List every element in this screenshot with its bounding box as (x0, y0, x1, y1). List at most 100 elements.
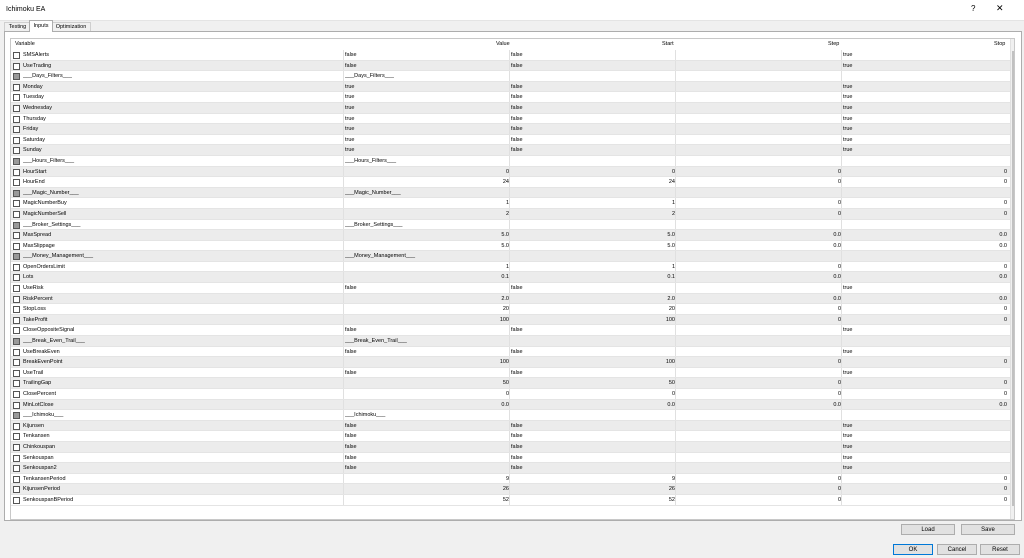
header-start[interactable]: Start (662, 41, 674, 47)
table-row[interactable]: ClosePercent 0 0 0 0 (11, 389, 1012, 400)
step-cell[interactable]: 0 (677, 209, 841, 219)
optimize-checkbox[interactable] (13, 327, 20, 335)
header-value[interactable]: Value (496, 41, 510, 47)
table-row[interactable]: UseTrading false false true (11, 60, 1012, 72)
start-cell[interactable]: 5.0 (511, 230, 675, 240)
value-cell[interactable]: true (345, 124, 509, 134)
start-cell[interactable]: 9 (511, 474, 675, 484)
optimize-checkbox[interactable] (13, 94, 20, 102)
optimize-checkbox[interactable] (13, 263, 20, 271)
table-row[interactable]: Senkouspan false false true (11, 452, 1012, 464)
table-row[interactable]: BreakEvenPoint 100 100 0 0 (11, 357, 1012, 368)
start-cell[interactable]: false (511, 283, 675, 293)
step-cell[interactable]: 0 (677, 389, 841, 399)
stop-cell[interactable]: true (843, 124, 1007, 134)
start-cell[interactable]: false (511, 453, 675, 463)
stop-cell[interactable] (843, 410, 1007, 420)
stop-cell[interactable]: true (843, 347, 1007, 357)
table-row[interactable]: ___Break_Even_Trail___ ___Break_Even_Trai… (11, 336, 1012, 347)
stop-cell[interactable]: true (843, 463, 1007, 473)
value-cell[interactable]: false (345, 453, 509, 463)
step-cell[interactable] (677, 283, 841, 293)
start-cell[interactable]: false (511, 61, 675, 71)
value-cell[interactable]: ___Hours_Filters___ (345, 156, 509, 166)
start-cell[interactable]: 2 (511, 209, 675, 219)
stop-cell[interactable]: 0.0 (843, 272, 1007, 282)
value-cell[interactable]: false (345, 431, 509, 441)
stop-cell[interactable]: 0 (843, 389, 1007, 399)
start-cell[interactable]: false (511, 50, 675, 60)
table-row[interactable]: SMSAlerts false false true (11, 50, 1012, 61)
header-variable[interactable]: Variable (15, 41, 35, 47)
value-cell[interactable]: ___Break_Even_Trail___ (345, 336, 509, 346)
step-cell[interactable] (677, 463, 841, 473)
stop-cell[interactable]: 0.0 (843, 241, 1007, 251)
start-cell[interactable]: 26 (511, 484, 675, 494)
value-cell[interactable]: false (345, 325, 509, 335)
value-cell[interactable]: 52 (345, 495, 509, 505)
stop-cell[interactable]: 0 (843, 167, 1007, 177)
stop-cell[interactable]: 0 (843, 378, 1007, 388)
step-cell[interactable]: 0 (677, 484, 841, 494)
start-cell[interactable]: 52 (511, 495, 675, 505)
close-icon[interactable]: ✕ (996, 3, 1004, 14)
stop-cell[interactable]: true (843, 421, 1007, 431)
table-row[interactable]: MagicNumberBuy 1 1 0 0 (11, 198, 1012, 209)
start-cell[interactable]: false (511, 463, 675, 473)
stop-cell[interactable]: true (843, 82, 1007, 92)
step-cell[interactable] (677, 368, 841, 378)
step-cell[interactable]: 0 (677, 315, 841, 325)
stop-cell[interactable]: 0 (843, 357, 1007, 367)
table-row[interactable]: StopLoss 20 20 0 0 (11, 304, 1012, 315)
table-row[interactable]: Chinkouspan false false true (11, 441, 1012, 453)
start-cell[interactable] (511, 220, 675, 230)
value-cell[interactable]: 2 (345, 209, 509, 219)
table-row[interactable]: TenkansenPeriod 9 9 0 0 (11, 473, 1012, 485)
optimize-checkbox[interactable] (13, 274, 20, 282)
start-cell[interactable]: 100 (511, 315, 675, 325)
stop-cell[interactable]: 0 (843, 198, 1007, 208)
optimize-checkbox[interactable] (13, 104, 20, 112)
table-row[interactable]: Senkouspan2 false false true (11, 463, 1012, 474)
step-cell[interactable] (677, 347, 841, 357)
optimize-checkbox[interactable] (13, 465, 20, 473)
optimize-checkbox[interactable] (13, 189, 20, 197)
table-row[interactable]: Friday true false true (11, 124, 1012, 135)
optimize-checkbox[interactable] (13, 179, 20, 187)
optimize-checkbox[interactable] (13, 242, 20, 250)
stop-cell[interactable]: true (843, 325, 1007, 335)
value-cell[interactable]: ___Magic_Number___ (345, 188, 509, 198)
value-cell[interactable]: ___Money_Management___ (345, 251, 509, 261)
start-cell[interactable]: false (511, 124, 675, 134)
value-cell[interactable]: false (345, 283, 509, 293)
optimize-checkbox[interactable] (13, 401, 20, 409)
optimize-checkbox[interactable] (13, 83, 20, 91)
optimize-checkbox[interactable] (13, 200, 20, 208)
optimize-checkbox[interactable] (13, 443, 20, 451)
start-cell[interactable]: 0 (511, 389, 675, 399)
stop-cell[interactable]: true (843, 368, 1007, 378)
start-cell[interactable]: 1 (511, 198, 675, 208)
table-row[interactable]: Saturday true false true (11, 134, 1012, 146)
step-cell[interactable] (677, 453, 841, 463)
start-cell[interactable] (511, 410, 675, 420)
start-cell[interactable]: false (511, 325, 675, 335)
value-cell[interactable]: 26 (345, 484, 509, 494)
step-cell[interactable] (677, 61, 841, 71)
step-cell[interactable]: 0.0 (677, 272, 841, 282)
table-row[interactable]: HourStart 0 0 0 0 (11, 166, 1012, 178)
table-row[interactable]: KijunsenPeriod 26 26 0 0 (11, 484, 1012, 495)
stop-cell[interactable]: true (843, 453, 1007, 463)
stop-cell[interactable]: 0 (843, 484, 1007, 494)
stop-cell[interactable]: 0 (843, 304, 1007, 314)
stop-cell[interactable]: true (843, 103, 1007, 113)
start-cell[interactable]: 0.1 (511, 272, 675, 282)
start-cell[interactable]: 20 (511, 304, 675, 314)
value-cell[interactable]: 9 (345, 474, 509, 484)
start-cell[interactable]: 5.0 (511, 241, 675, 251)
optimize-checkbox[interactable] (13, 359, 20, 367)
stop-cell[interactable] (843, 251, 1007, 261)
stop-cell[interactable] (843, 220, 1007, 230)
value-cell[interactable]: 0.1 (345, 272, 509, 282)
value-cell[interactable]: false (345, 368, 509, 378)
